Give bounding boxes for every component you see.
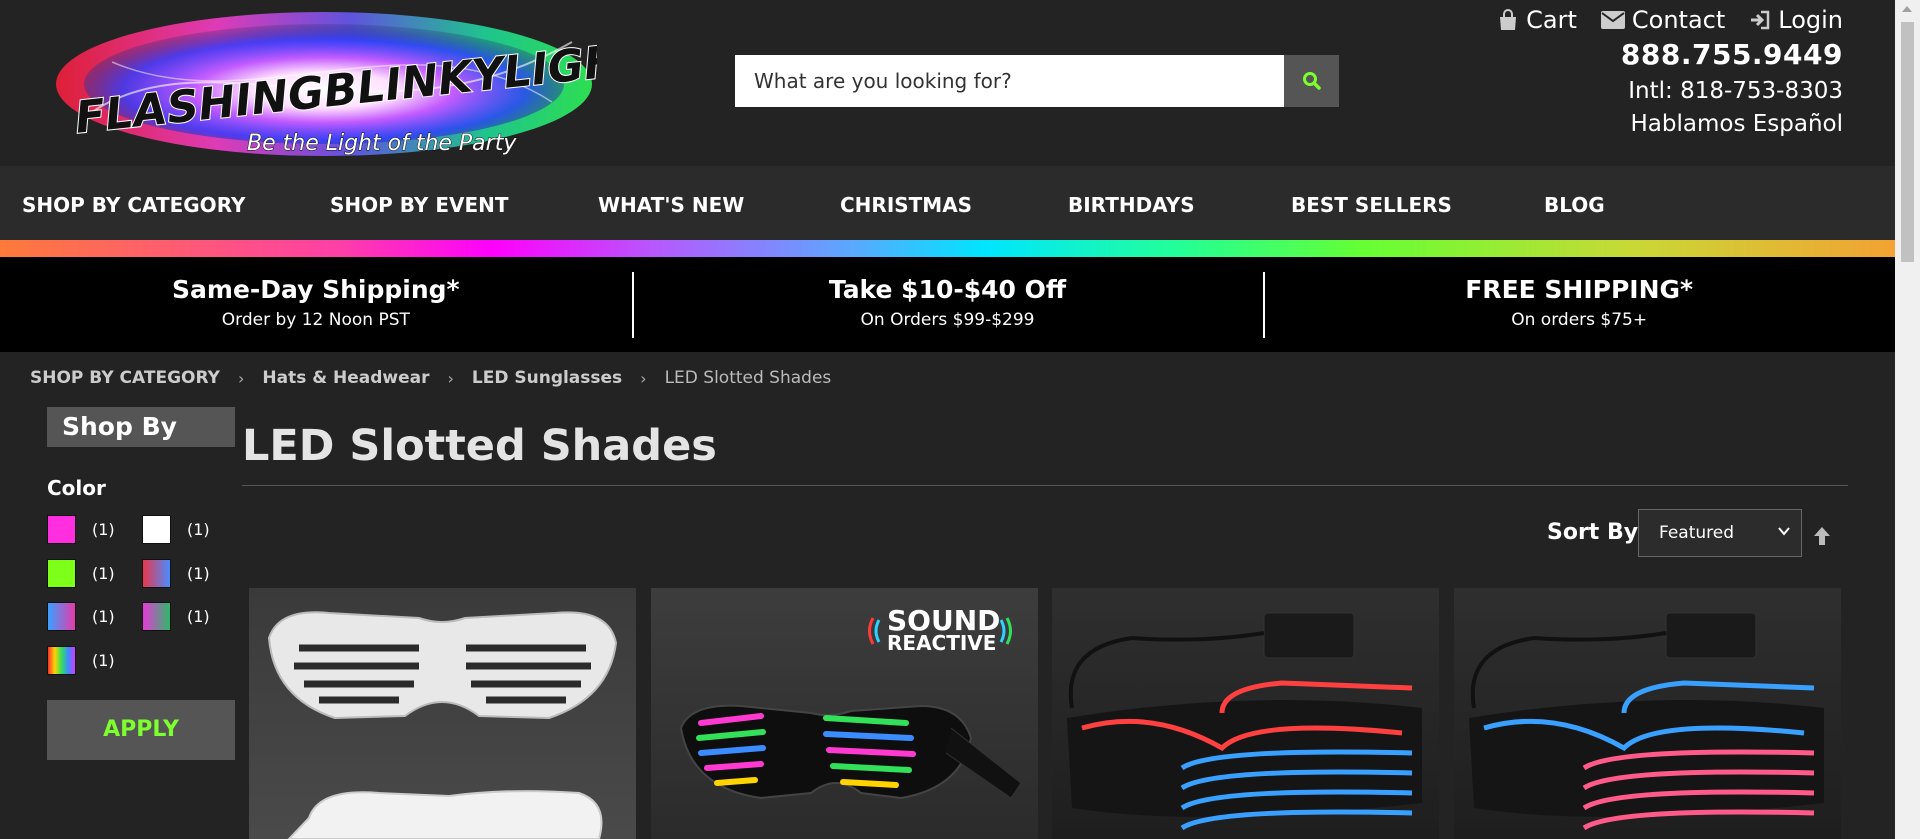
color-swatch-multicolor[interactable]: (1) bbox=[47, 646, 115, 675]
sort-select[interactable]: Featured bbox=[1638, 509, 1802, 557]
nav-item-whats-new[interactable]: WHAT'S NEW bbox=[598, 193, 744, 217]
logo-tagline: Be the Light of the Party bbox=[247, 131, 517, 156]
breadcrumb-current: LED Slotted Shades bbox=[664, 368, 832, 388]
shopping-bag-icon bbox=[1500, 9, 1517, 30]
site-logo[interactable]: FLASHINGBLINKYLIGHTS Be the Light of the… bbox=[52, 2, 597, 160]
promo-title: Same-Day Shipping* bbox=[172, 275, 460, 304]
promo-subtitle: On orders $75+ bbox=[1511, 310, 1648, 330]
promo-same-day-shipping[interactable]: Same-Day Shipping* Order by 12 Noon PST bbox=[0, 257, 632, 352]
product-card[interactable] bbox=[249, 588, 636, 839]
sign-in-icon bbox=[1751, 10, 1770, 30]
swatch-count: (1) bbox=[187, 564, 210, 583]
search-button[interactable] bbox=[1284, 55, 1339, 107]
search-bar bbox=[735, 55, 1339, 107]
sort-by-label: Sort By bbox=[1547, 520, 1639, 545]
swatch-count: (1) bbox=[92, 564, 115, 583]
color-swatch bbox=[47, 646, 76, 675]
nav-item-christmas[interactable]: CHRISTMAS bbox=[840, 193, 972, 217]
page-title: LED Slotted Shades bbox=[242, 421, 717, 471]
login-link[interactable]: Login bbox=[1749, 6, 1843, 34]
chevron-right-icon: › bbox=[447, 368, 454, 388]
search-icon bbox=[1302, 72, 1321, 90]
badge-line2: REACTIVE bbox=[887, 631, 996, 655]
contact-label: Contact bbox=[1631, 6, 1726, 34]
utility-links: Cart Contact Login bbox=[1497, 6, 1843, 34]
scroll-up-arrow-icon[interactable] bbox=[1902, 6, 1912, 12]
spanish-support: Hablamos Español bbox=[1630, 111, 1844, 137]
nav-item-best-sellers[interactable]: BEST SELLERS bbox=[1291, 193, 1452, 217]
breadcrumb-item[interactable]: Hats & Headwear bbox=[262, 368, 429, 388]
breadcrumb-item[interactable]: SHOP BY CATEGORY bbox=[30, 368, 220, 388]
product-card[interactable]: SOUND REACTIVE bbox=[651, 588, 1038, 839]
color-swatch bbox=[142, 602, 171, 631]
color-swatch bbox=[47, 559, 76, 588]
color-swatch-white[interactable]: (1) bbox=[142, 515, 210, 544]
cart-label: Cart bbox=[1526, 6, 1577, 34]
promo-free-shipping[interactable]: FREE SHIPPING* On orders $75+ bbox=[1263, 257, 1895, 352]
product-card[interactable] bbox=[1454, 588, 1841, 839]
envelope-icon bbox=[1600, 11, 1625, 29]
color-swatch-red-blue[interactable]: (1) bbox=[142, 559, 210, 588]
chevron-right-icon: › bbox=[237, 368, 245, 388]
phone-number[interactable]: 888.755.9449 bbox=[1621, 38, 1843, 71]
promo-bar: Same-Day Shipping* Order by 12 Noon PST … bbox=[0, 257, 1895, 352]
sort-select-value: Featured bbox=[1659, 523, 1735, 543]
title-divider bbox=[242, 485, 1848, 486]
promo-title: Take $10-$40 Off bbox=[828, 275, 1067, 304]
chevron-down-icon bbox=[1778, 527, 1790, 536]
promo-discount[interactable]: Take $10-$40 Off On Orders $99-$299 bbox=[631, 257, 1264, 352]
nav-item-shop-by-event[interactable]: SHOP BY EVENT bbox=[330, 193, 509, 217]
apply-filter-button[interactable]: APPLY bbox=[47, 700, 235, 760]
promo-subtitle: Order by 12 Noon PST bbox=[221, 310, 410, 330]
color-swatch-magenta[interactable]: (1) bbox=[47, 515, 115, 544]
login-label: Login bbox=[1778, 6, 1843, 34]
swatch-count: (1) bbox=[187, 520, 210, 539]
chevron-right-icon: › bbox=[640, 368, 647, 388]
main-nav: SHOP BY CATEGORY SHOP BY EVENT WHAT'S NE… bbox=[0, 166, 1895, 240]
promo-subtitle: On Orders $99-$299 bbox=[860, 310, 1035, 330]
color-swatch-pink-green[interactable]: (1) bbox=[142, 602, 210, 631]
color-filter-heading: Color bbox=[47, 476, 106, 500]
swatch-count: (1) bbox=[92, 651, 115, 670]
color-swatch bbox=[47, 602, 76, 631]
breadcrumb-item[interactable]: LED Sunglasses bbox=[472, 368, 622, 388]
rainbow-divider bbox=[0, 240, 1895, 257]
breadcrumb: SHOP BY CATEGORY › Hats & Headwear › LED… bbox=[30, 368, 831, 388]
nav-item-blog[interactable]: BLOG bbox=[1544, 193, 1605, 217]
product-image-blue-pink-el-shades bbox=[1469, 612, 1824, 831]
product-card[interactable] bbox=[1052, 588, 1439, 839]
product-image-sound-reactive-shades: SOUND REACTIVE bbox=[679, 604, 1022, 800]
swatch-count: (1) bbox=[92, 607, 115, 626]
contact-link[interactable]: Contact bbox=[1600, 6, 1726, 34]
site-header: FLASHINGBLINKYLIGHTS Be the Light of the… bbox=[0, 0, 1895, 166]
color-swatch-green[interactable]: (1) bbox=[47, 559, 115, 588]
scrollbar-thumb[interactable] bbox=[1901, 22, 1914, 262]
sound-reactive-badge: SOUND REACTIVE bbox=[868, 604, 1012, 655]
promo-title: FREE SHIPPING* bbox=[1465, 275, 1694, 304]
sort-direction-icon[interactable] bbox=[1813, 526, 1831, 546]
nav-item-shop-by-category[interactable]: SHOP BY CATEGORY bbox=[22, 193, 245, 217]
shop-by-heading: Shop By bbox=[47, 407, 235, 447]
product-image-white-slotted-shades bbox=[267, 611, 618, 839]
swatch-count: (1) bbox=[187, 607, 210, 626]
swatch-count: (1) bbox=[92, 520, 115, 539]
color-swatch bbox=[142, 559, 171, 588]
search-input[interactable] bbox=[735, 55, 1284, 107]
color-swatch bbox=[47, 515, 76, 544]
nav-item-birthdays[interactable]: BIRTHDAYS bbox=[1068, 193, 1195, 217]
color-swatch-blue-pink[interactable]: (1) bbox=[47, 602, 115, 631]
color-swatch bbox=[142, 515, 171, 544]
intl-phone: Intl: 818-753-8303 bbox=[1628, 78, 1843, 104]
cart-link[interactable]: Cart bbox=[1497, 6, 1577, 34]
product-image-red-blue-el-shades bbox=[1067, 612, 1422, 831]
page-scrollbar[interactable] bbox=[1895, 0, 1920, 839]
